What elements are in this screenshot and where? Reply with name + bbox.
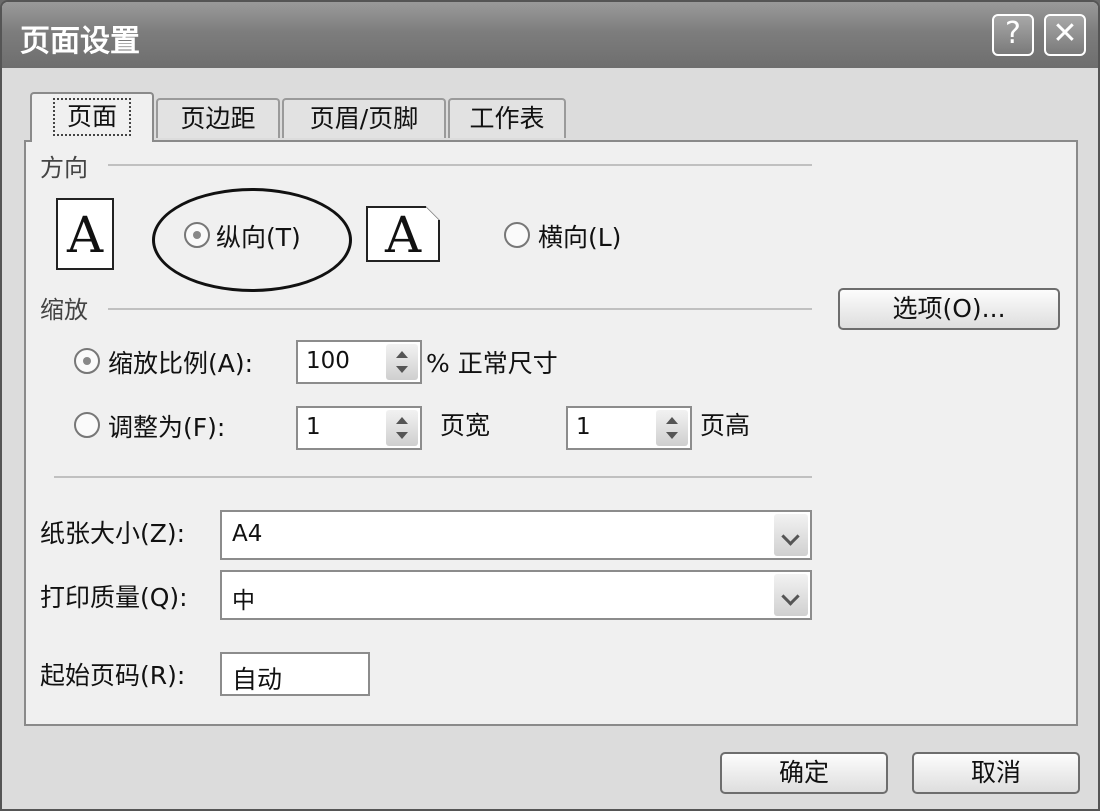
print-quality-select[interactable]: 中 (220, 570, 812, 620)
ok-button[interactable]: 确定 (720, 752, 888, 794)
landscape-label[interactable]: 横向(L) (538, 218, 621, 254)
dialog-title: 页面设置 (20, 24, 140, 59)
fit-wide-value: 1 (306, 414, 321, 440)
tab-header-footer[interactable]: 页眉/页脚 (282, 98, 446, 138)
paper-size-value: A4 (232, 521, 263, 547)
tab-sheet[interactable]: 工作表 (448, 98, 566, 138)
cancel-button[interactable]: 取消 (912, 752, 1080, 794)
adjust-to-radio[interactable] (74, 348, 100, 374)
print-quality-value: 中 (232, 588, 255, 614)
tab-page[interactable]: 页面 (30, 92, 154, 142)
portrait-label[interactable]: 纵向(T) (216, 218, 301, 254)
paper-size-label: 纸张大小(Z): (40, 519, 186, 548)
fit-wide-unit: 页宽 (440, 411, 491, 440)
scaling-group-label: 缩放 (40, 296, 88, 324)
title-bar: 页面设置 ? ✕ (2, 2, 1098, 68)
scaling-bottom-divider (54, 476, 812, 478)
fit-to-radio[interactable] (74, 412, 100, 438)
tab-margins[interactable]: 页边距 (156, 98, 280, 138)
scale-percent-spin-arrows[interactable] (386, 344, 418, 380)
scale-percent-spinner[interactable]: 100 (296, 340, 422, 384)
fit-wide-spin-arrows[interactable] (386, 410, 418, 446)
tab-strip: 页面 页边距 页眉/页脚 工作表 (22, 92, 582, 142)
tab-page-label: 页面 (52, 98, 131, 136)
scale-percent-unit: % 正常尺寸 (426, 349, 558, 378)
adjust-to-label[interactable]: 缩放比例(A): (108, 344, 253, 380)
fit-to-label[interactable]: 调整为(F): (108, 408, 225, 444)
first-page-number-input[interactable]: 自动 (220, 652, 370, 696)
fit-wide-spinner[interactable]: 1 (296, 406, 422, 450)
close-button[interactable]: ✕ (1044, 14, 1086, 56)
help-button[interactable]: ? (992, 14, 1034, 56)
landscape-radio[interactable] (504, 222, 530, 248)
print-quality-dropdown-icon[interactable] (774, 574, 808, 616)
paper-size-dropdown-icon[interactable] (774, 514, 808, 556)
scaling-divider (108, 308, 812, 310)
scale-percent-value: 100 (306, 348, 350, 374)
landscape-page-icon: A (366, 206, 440, 262)
fit-tall-value: 1 (576, 414, 591, 440)
options-button[interactable]: 选项(O)... (838, 288, 1060, 330)
portrait-page-icon: A (56, 198, 114, 270)
print-quality-label: 打印质量(Q): (40, 583, 188, 612)
fit-tall-unit: 页高 (700, 411, 751, 440)
first-page-number-value: 自动 (232, 665, 283, 694)
orientation-group-label: 方向 (40, 154, 88, 182)
fit-tall-spin-arrows[interactable] (656, 410, 688, 446)
orientation-divider (108, 164, 812, 166)
first-page-number-label: 起始页码(R): (40, 661, 186, 690)
page-setup-dialog: 页面设置 ? ✕ 页面 页边距 页眉/页脚 工作表 方向 A 纵向(T) A 横… (0, 0, 1100, 811)
fit-tall-spinner[interactable]: 1 (566, 406, 692, 450)
paper-size-select[interactable]: A4 (220, 510, 812, 560)
portrait-radio[interactable] (184, 222, 210, 248)
